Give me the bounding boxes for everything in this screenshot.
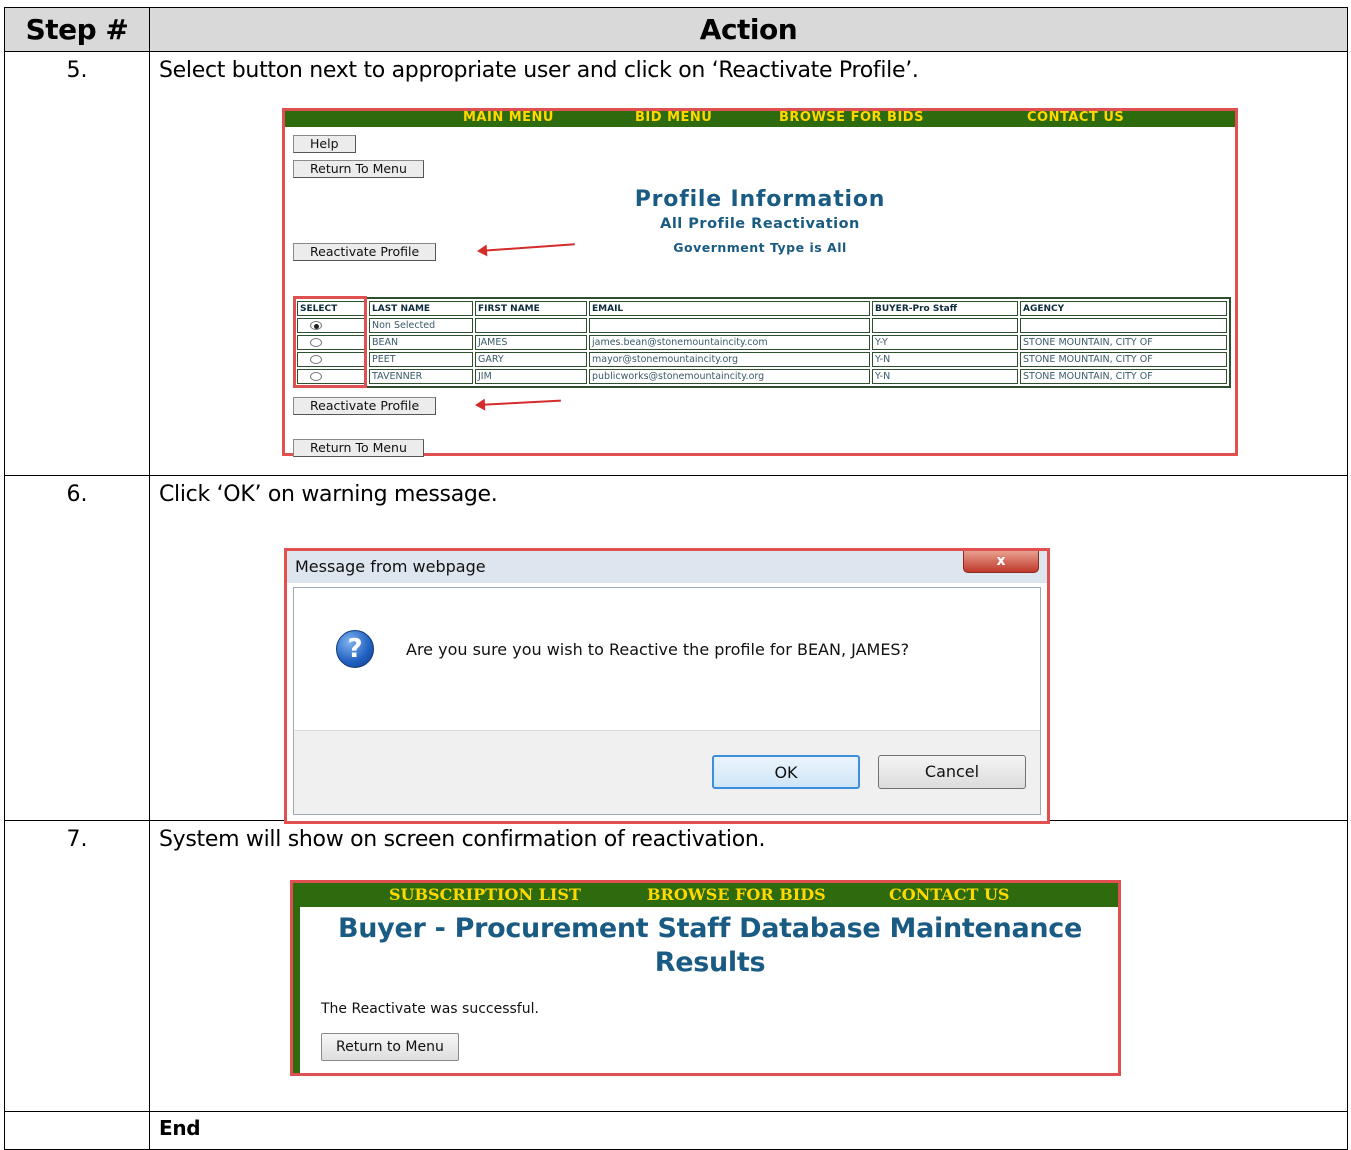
dialog-title-bar: Message from webpage x [287,551,1047,583]
buyer-cell [872,318,1018,333]
col-last-name: LAST NAME [369,301,473,316]
first-name-cell: JAMES [475,335,587,350]
left-green-border [293,883,300,1073]
agency-cell: STONE MOUNTAIN, CITY OF [1020,369,1227,384]
nav-browse-for-bids[interactable]: BROWSE FOR BIDS [779,110,924,125]
cancel-button[interactable]: Cancel [878,755,1026,789]
return-to-menu-button[interactable]: Return to Menu [321,1033,459,1061]
end-row: End [4,1111,1348,1150]
col-buyer-pro-staff: BUYER-Pro Staff [872,301,1018,316]
nav-contact-us[interactable]: CONTACT US [1027,110,1124,125]
end-label: End [159,1116,201,1141]
select-column-highlight [293,296,367,388]
agency-cell: STONE MOUNTAIN, CITY OF [1020,352,1227,367]
return-to-menu-button-bottom[interactable]: Return To Menu [293,439,424,457]
email-cell: mayor@stonemountaincity.org [589,352,870,367]
step-number: 7. [4,820,150,1113]
reactivate-profile-button-top[interactable]: Reactivate Profile [293,243,437,261]
action-cell: End [149,1111,1348,1150]
col-email: EMAIL [589,301,870,316]
step-number: 5. [4,50,150,476]
first-name-cell: JIM [475,369,587,384]
ok-button[interactable]: OK [712,755,860,789]
action-text: Select button next to appropriate user a… [159,57,919,83]
email-cell [589,318,870,333]
confirmation-dialog-screenshot: Message from webpage x ? Are you sure yo… [284,548,1050,824]
page-subtitle: All Profile Reactivation [660,216,860,232]
last-name-cell: PEET [369,352,473,367]
dialog-message: Are you sure you wish to Reactive the pr… [406,640,910,659]
last-name-cell: TAVENNER [369,369,473,384]
buyer-cell: Y-N [872,352,1018,367]
first-name-cell [475,318,587,333]
reactivation-results-screenshot: SUBSCRIPTION LIST BROWSE FOR BIDS CONTAC… [290,880,1121,1076]
dialog-title: Message from webpage [295,557,486,576]
red-arrow-annotation [476,399,561,406]
email-cell: publicworks@stonemountaincity.org [589,369,870,384]
top-nav-bar: MAIN MENU BID MENU BROWSE FOR BIDS CONTA… [285,110,1235,127]
dialog-footer: OK Cancel [294,730,1040,814]
profile-grid: SELECT LAST NAME FIRST NAME EMAIL BUYER-… [293,297,1231,388]
dialog-body: ? Are you sure you wish to Reactive the … [293,587,1041,815]
nav-subscription-list[interactable]: SUBSCRIPTION LIST [389,885,581,904]
step-column-header: Step # [4,7,150,52]
agency-cell [1020,318,1227,333]
top-nav-bar: SUBSCRIPTION LIST BROWSE FOR BIDS CONTAC… [293,883,1118,907]
reactivate-profile-button-bottom[interactable]: Reactivate Profile [293,397,437,415]
agency-cell: STONE MOUNTAIN, CITY OF [1020,335,1227,350]
help-button[interactable]: Help [293,135,356,153]
email-cell: james.bean@stonemountaincity.com [589,335,870,350]
results-title: Buyer - Procurement Staff Database Maint… [337,913,1083,944]
return-to-menu-button-top[interactable]: Return To Menu [293,160,424,178]
nav-contact-us[interactable]: CONTACT US [889,885,1009,904]
first-name-cell: GARY [475,352,587,367]
nav-browse-for-bids[interactable]: BROWSE FOR BIDS [647,885,826,904]
action-text: Click ‘OK’ on warning message. [159,481,498,507]
table-row: TAVENNER JIM publicworks@stonemountainci… [297,369,1227,384]
close-icon[interactable]: x [963,551,1039,573]
table-header-row: Step # Action [4,7,1348,52]
step-number [4,1111,150,1150]
nav-main-menu[interactable]: MAIN MENU [463,110,554,125]
question-icon: ? [336,630,374,668]
nav-bid-menu[interactable]: BID MENU [635,110,712,125]
step-number: 6. [4,474,150,822]
col-first-name: FIRST NAME [475,301,587,316]
profile-reactivation-screenshot: MAIN MENU BID MENU BROWSE FOR BIDS CONTA… [282,108,1238,457]
results-title-line2: Results [654,947,766,978]
action-text: System will show on screen confirmation … [159,827,766,853]
last-name-cell: Non Selected [369,318,473,333]
buyer-cell: Y-Y [872,335,1018,350]
grid-header-row: SELECT LAST NAME FIRST NAME EMAIL BUYER-… [297,301,1227,316]
col-agency: AGENCY [1020,301,1227,316]
last-name-cell: BEAN [369,335,473,350]
buyer-cell: Y-N [872,369,1018,384]
action-column-header: Action [149,7,1348,52]
success-message: The Reactivate was successful. [321,1001,539,1017]
table-row: PEET GARY mayor@stonemountaincity.org Y-… [297,352,1227,367]
table-row: BEAN JAMES james.bean@stonemountaincity.… [297,335,1227,350]
table-row: Non Selected [297,318,1227,333]
page-title: Profile Information [634,187,886,212]
